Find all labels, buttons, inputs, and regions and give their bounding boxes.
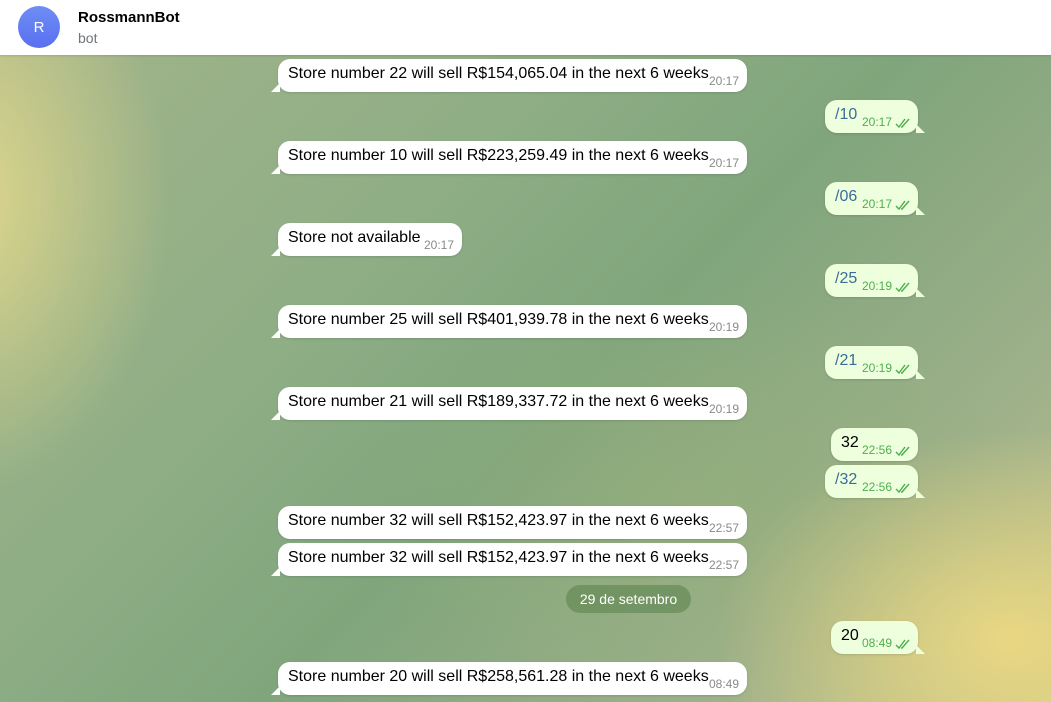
double-check-icon [895, 282, 910, 293]
message-outgoing: /32 22:56 [825, 465, 925, 498]
command-link[interactable]: /25 [835, 270, 857, 288]
message-text: Store number 32 will sell R$152,423.97 i… [288, 512, 709, 529]
chat-header: R RossmannBot bot [0, 0, 1051, 55]
message-text: Store number 32 will sell R$152,423.97 i… [288, 549, 709, 566]
message-time: 22:56 [861, 443, 892, 457]
message-incoming: Store number 20 will sell R$258,561.28 i… [271, 662, 747, 695]
message-text: Store number 22 will sell R$154,065.04 i… [288, 65, 709, 82]
message-time: 08:49 [708, 677, 739, 691]
double-check-icon [895, 639, 910, 650]
message-time: 20:19 [861, 279, 892, 293]
command-link[interactable]: /06 [835, 188, 857, 206]
message-text: 20 [841, 627, 859, 644]
chat-title[interactable]: RossmannBot [78, 9, 180, 26]
message-incoming: Store not available 20:17 [271, 223, 462, 256]
message-incoming: Store number 32 will sell R$152,423.97 i… [278, 506, 747, 539]
double-check-icon [895, 200, 910, 211]
message-text: Store number 20 will sell R$258,561.28 i… [288, 668, 709, 685]
message-text: Store number 10 will sell R$223,259.49 i… [288, 147, 709, 164]
message-outgoing: 32 22:56 [831, 428, 918, 461]
message-text: Store number 21 will sell R$189,337.72 i… [288, 393, 709, 410]
double-check-icon [895, 446, 910, 457]
double-check-icon [895, 364, 910, 375]
message-incoming: Store number 22 will sell R$154,065.04 i… [271, 59, 747, 92]
double-check-icon [895, 483, 910, 494]
command-link[interactable]: /21 [835, 352, 857, 370]
message-time: 22:57 [708, 521, 739, 535]
message-text: Store number 25 will sell R$401,939.78 i… [288, 311, 709, 328]
double-check-icon [895, 118, 910, 129]
bot-avatar[interactable]: R [18, 6, 60, 48]
message-incoming: Store number 10 will sell R$223,259.49 i… [271, 141, 747, 174]
message-outgoing: 20 08:49 [831, 621, 925, 654]
message-incoming: Store number 25 will sell R$401,939.78 i… [271, 305, 747, 338]
message-time: 20:19 [861, 361, 892, 375]
message-time: 20:17 [708, 156, 739, 170]
message-outgoing: /21 20:19 [825, 346, 925, 379]
message-time: 22:57 [708, 558, 739, 572]
message-time: 20:17 [708, 74, 739, 88]
message-time: 08:49 [861, 636, 892, 650]
message-text: 32 [841, 434, 859, 451]
message-time: 20:17 [861, 115, 892, 129]
message-time: 20:17 [861, 197, 892, 211]
command-link[interactable]: /32 [835, 471, 857, 489]
message-incoming: Store number 32 will sell R$152,423.97 i… [271, 543, 747, 576]
chat-subtitle: bot [78, 30, 98, 46]
message-time: 20:19 [708, 402, 739, 416]
message-outgoing: /06 20:17 [825, 182, 925, 215]
message-incoming: Store number 21 will sell R$189,337.72 i… [271, 387, 747, 420]
message-time: 20:19 [708, 320, 739, 334]
message-time: 22:56 [861, 480, 892, 494]
date-separator: 29 de setembro [566, 585, 691, 613]
message-outgoing: /10 20:17 [825, 100, 925, 133]
message-time: 20:17 [423, 238, 454, 252]
message-outgoing: /25 20:19 [825, 264, 925, 297]
message-text: Store not available [288, 229, 421, 246]
command-link[interactable]: /10 [835, 106, 857, 124]
